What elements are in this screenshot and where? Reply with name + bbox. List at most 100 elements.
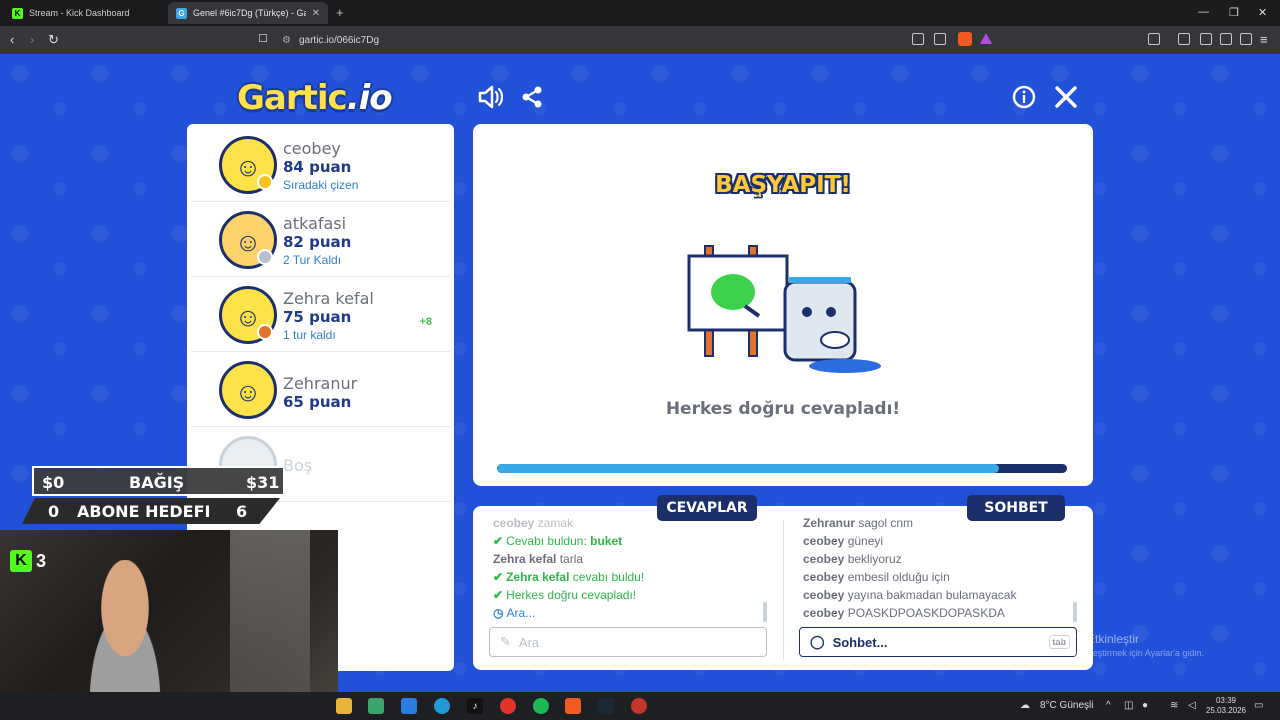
donation-label: BAĞIŞ [129, 473, 185, 492]
menu-icon[interactable]: ≡ [1260, 32, 1268, 47]
player-row[interactable]: ☺ Zehra kefal 75 puan 1 tur kaldı +8 [191, 278, 450, 352]
player-row[interactable]: ☺ ceobey 84 puan Sıradaki çizen [191, 128, 450, 202]
player-points: 84 puan [283, 158, 352, 176]
gartic-icon: G [176, 7, 187, 19]
brave-rewards-icon[interactable] [980, 33, 992, 44]
answer-line: ✔ Cevabı buldun: buket [493, 534, 623, 548]
kick-viewer-badge: K 3 [10, 548, 46, 574]
share-page-icon[interactable] [934, 33, 946, 45]
mic-icon[interactable]: ● [1142, 700, 1148, 711]
player-status: 2 Tur Kaldı [283, 253, 342, 267]
new-tab-icon[interactable]: + [336, 5, 344, 20]
close-icon[interactable]: ✕ [312, 8, 320, 19]
file-explorer-icon[interactable] [336, 698, 352, 714]
round-progress-bar [497, 464, 1067, 473]
answers-scrollbar[interactable] [763, 602, 767, 622]
leo-icon[interactable] [1220, 33, 1232, 45]
clock[interactable]: 03:39 25.03.2026 [1206, 696, 1246, 716]
wallet-icon[interactable] [1200, 33, 1212, 45]
sub-current: 0 [48, 502, 60, 521]
exit-icon[interactable] [1052, 83, 1080, 111]
chat-list: Zehranur sagol cnm ceobey güneyi ceobey … [803, 514, 1073, 622]
answer-line: Zehra kefal tarla [493, 552, 584, 566]
site-info-icon[interactable]: ⚙ [282, 35, 291, 46]
chat-line: ceobey embesil olduğu için [803, 570, 950, 584]
player-points: 75 puan [283, 308, 352, 326]
player-status: 1 tur kaldı [283, 328, 336, 342]
cast-icon[interactable] [912, 33, 924, 45]
network-icon[interactable]: ◫ [1124, 700, 1133, 711]
vpn-icon[interactable] [1240, 33, 1252, 45]
player-row[interactable]: ☺ atkafasi 82 puan 2 Tur Kaldı [191, 203, 450, 277]
close-window-icon[interactable]: ✕ [1258, 6, 1267, 19]
answer-line: ✔ Herkes doğru cevapladı! [493, 588, 637, 602]
answers-list: ceobey zamak ✔ Cevabı buldun: buket Zehra… [493, 514, 763, 622]
back-icon[interactable]: ‹ [10, 32, 14, 47]
brave-icon[interactable] [565, 698, 581, 714]
minimize-icon[interactable]: — [1198, 6, 1209, 18]
app-icon[interactable] [500, 698, 516, 714]
volume-icon[interactable]: ◁ [1188, 700, 1196, 711]
notification-icon[interactable]: ▭ [1254, 700, 1263, 711]
activation-watermark: Windows'u Etkinleştir [1026, 632, 1139, 646]
check-icon: ✔ [493, 534, 504, 548]
restore-icon[interactable]: ❐ [1229, 6, 1239, 19]
donation-goal-bar: $0 BAĞIŞ $31 [32, 466, 285, 496]
chat-tab[interactable]: SOHBET [967, 495, 1065, 521]
check-icon: ✔ [493, 588, 504, 602]
answer-placeholder: Ara [518, 634, 540, 650]
answer-line: ◷ Ara... [493, 606, 536, 620]
masterpiece-illustration [687, 245, 881, 373]
steam-icon[interactable] [598, 698, 614, 714]
answers-tab[interactable]: CEVAPLAR [657, 495, 757, 521]
answer-input[interactable]: ✎ Ara [489, 627, 767, 657]
obs-icon[interactable] [631, 698, 647, 714]
weather-icon[interactable]: ☁ [1020, 700, 1030, 711]
turn-badge [257, 249, 273, 265]
donation-current: $0 [42, 473, 65, 492]
sub-target: 6 [236, 502, 248, 521]
kick-icon: K [12, 7, 23, 19]
player-name: Zehranur [283, 374, 358, 393]
pencil-icon: ✎ [500, 634, 511, 649]
gartic-logo: Gartic.io [237, 78, 393, 118]
tab-kick-dashboard[interactable]: K Stream - Kick Dashboard [4, 2, 166, 24]
avatar: ☺ [219, 361, 277, 419]
forward-icon[interactable]: › [30, 32, 34, 47]
tiktok-icon[interactable]: ♪ [467, 698, 483, 714]
clock-time: 03:39 [1215, 696, 1236, 705]
player-name: Zehra kefal [283, 289, 374, 308]
kick-icon: K [10, 550, 32, 572]
sub-label: ABONE HEDEFI [77, 502, 211, 521]
chevron-up-icon[interactable]: ^ [1106, 700, 1111, 711]
brave-shield-icon[interactable] [958, 32, 972, 46]
bookmark-icon[interactable]: ☐ [258, 32, 268, 45]
share-icon[interactable] [518, 83, 546, 111]
round-progress-fill [497, 464, 999, 473]
answer-line: ✔ Zehra kefal cevabı buldu! [493, 570, 645, 584]
wifi-icon[interactable]: ≋ [1170, 700, 1178, 711]
tab-gartic[interactable]: G Genel #6ic7Dg (Türkçe) - Gar ✕ [168, 2, 328, 24]
weather-text[interactable]: 8°C Güneşli [1040, 700, 1093, 711]
reader-icon[interactable] [1148, 33, 1160, 45]
sub-goal-bar: 0 ABONE HEDEFI 6 [22, 498, 280, 524]
player-row[interactable]: ☺ Zehranur 65 puan [191, 353, 450, 427]
mail-icon[interactable] [401, 698, 417, 714]
sidebar-icon[interactable] [1178, 33, 1190, 45]
tab-title: Genel #6ic7Dg (Türkçe) - Gar [193, 8, 306, 18]
spotify-icon[interactable] [533, 698, 549, 714]
info-icon[interactable] [1010, 83, 1038, 111]
browser-tabbar: K Stream - Kick Dashboard G Genel #6ic7D… [0, 0, 1280, 26]
empty-slot-label: Boş [283, 456, 313, 475]
edge-icon[interactable] [434, 698, 450, 714]
store-icon[interactable] [368, 698, 384, 714]
reload-icon[interactable]: ↻ [48, 32, 59, 48]
chat-line: ceobey yayına bakmadan bulamayacak [803, 588, 1017, 602]
url-field[interactable]: ⚙ gartic.io/066ic7Dg [282, 31, 1002, 49]
score-bonus: +8 [419, 316, 432, 328]
clock-icon: ◷ [493, 606, 504, 620]
chat-scrollbar[interactable] [1073, 602, 1077, 622]
sound-icon[interactable] [477, 83, 505, 111]
panel-divider [783, 520, 784, 660]
check-icon: ✔ [493, 570, 504, 584]
